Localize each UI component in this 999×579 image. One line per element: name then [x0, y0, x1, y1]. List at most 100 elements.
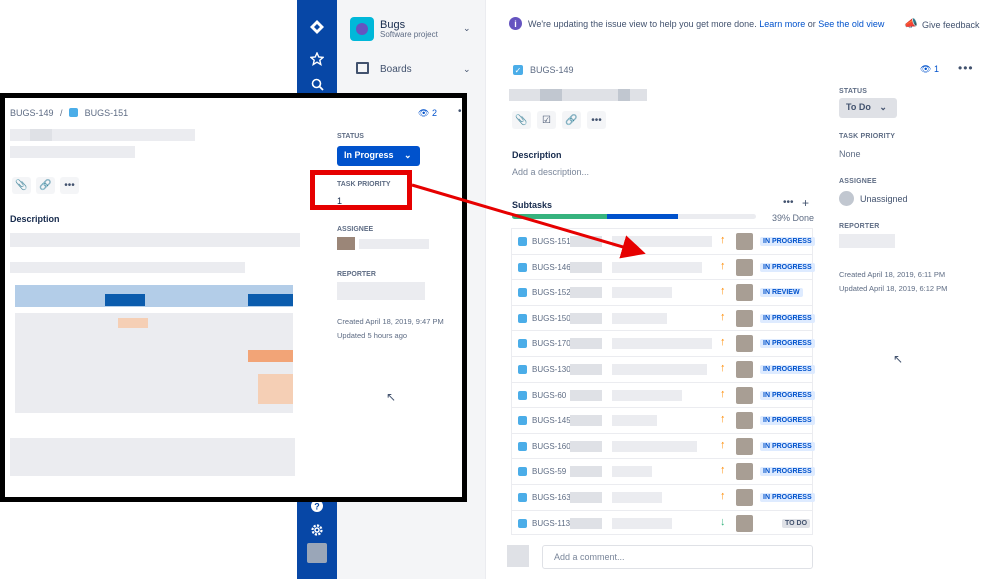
subtask-icon[interactable]: ☑: [537, 111, 556, 129]
subtask-status-badge[interactable]: IN PROGRESS: [760, 262, 815, 272]
subtask-key[interactable]: BUGS-130: [532, 365, 571, 374]
link-icon[interactable]: 🔗: [36, 177, 55, 194]
issue-key[interactable]: BUGS-149: [530, 65, 574, 75]
assignee-avatar: [736, 360, 753, 378]
subtask-row[interactable]: BUGS-151 ↑ IN PROGRESS: [511, 228, 815, 254]
eye-icon: 👁: [920, 64, 932, 74]
status-value: To Do: [846, 102, 871, 112]
subtask-status-badge[interactable]: IN REVIEW: [760, 288, 803, 298]
reporter-label: REPORTER: [839, 223, 880, 230]
subtask-row[interactable]: BUGS-146 ↑ IN PROGRESS: [511, 253, 815, 280]
user-avatar[interactable]: [307, 543, 327, 563]
description-heading: Description: [512, 150, 562, 160]
attach-icon[interactable]: 📎: [512, 111, 531, 129]
subtask-summary-redacted: [612, 440, 697, 452]
subtask-status-badge[interactable]: IN PROGRESS: [760, 467, 815, 477]
status-dropdown[interactable]: In Progress ⌄: [337, 146, 420, 166]
more-icon[interactable]: •••: [958, 61, 974, 75]
subtask-type-icon: [518, 339, 527, 349]
description-heading: Description: [10, 214, 60, 224]
subtask-status-badge[interactable]: IN PROGRESS: [760, 492, 815, 502]
learn-more-link[interactable]: Learn more: [759, 19, 805, 29]
subtask-key[interactable]: BUGS-163: [532, 493, 571, 502]
subtask-status-badge[interactable]: IN PROGRESS: [760, 416, 815, 426]
subtask-key[interactable]: BUGS-145: [532, 416, 571, 425]
mouse-cursor-icon: ↖: [893, 352, 904, 366]
subtask-row[interactable]: BUGS-170 ↑ IN PROGRESS: [511, 330, 815, 356]
add-subtask-icon[interactable]: +: [802, 196, 809, 210]
subtask-summary-redacted: [570, 236, 602, 247]
assignee-avatar: [736, 284, 753, 302]
created-date: Created April 18, 2019, 6:11 PM: [839, 270, 946, 279]
description-input[interactable]: Add a description...: [512, 167, 589, 177]
watchers-button[interactable]: 👁 2: [418, 108, 437, 119]
more-icon[interactable]: •••: [587, 111, 606, 129]
status-value: In Progress: [344, 150, 394, 160]
subtask-key[interactable]: BUGS-113: [532, 519, 570, 528]
more-icon[interactable]: •••: [783, 197, 794, 208]
priority-high-icon: ↑: [720, 489, 726, 502]
more-icon[interactable]: •••: [60, 177, 79, 194]
subtask-status-badge[interactable]: IN PROGRESS: [760, 441, 815, 451]
subtask-status-badge[interactable]: IN PROGRESS: [760, 364, 815, 374]
subtask-row[interactable]: BUGS-150 ↑ IN PROGRESS: [511, 304, 815, 331]
subtask-summary-redacted: [612, 338, 712, 350]
subtask-row[interactable]: BUGS-163 ↑ IN PROGRESS: [511, 483, 815, 510]
subtask-key[interactable]: BUGS-150: [532, 314, 571, 323]
subtask-summary-redacted: [570, 440, 602, 452]
chevron-down-icon[interactable]: ⌄: [463, 23, 471, 34]
give-feedback-button[interactable]: Give feedback: [922, 20, 980, 30]
attach-icon[interactable]: 📎: [12, 177, 31, 194]
megaphone-icon[interactable]: 📣: [904, 17, 918, 30]
assignee-avatar: [736, 386, 753, 404]
reporter-label: REPORTER: [337, 271, 376, 278]
task-priority-value[interactable]: None: [839, 149, 861, 159]
settings-icon[interactable]: [307, 520, 327, 540]
subtask-row[interactable]: BUGS-59 ↑ IN PROGRESS: [511, 458, 815, 484]
jira-logo-icon[interactable]: [307, 17, 327, 37]
star-icon[interactable]: [307, 49, 327, 69]
subtask-status-badge[interactable]: IN PROGRESS: [760, 339, 815, 349]
subtask-status-badge[interactable]: TO DO: [782, 518, 811, 528]
subtask-status-badge[interactable]: IN PROGRESS: [760, 390, 815, 400]
subtask-key[interactable]: BUGS-160: [532, 442, 571, 451]
link-icon[interactable]: 🔗: [562, 111, 581, 129]
assignee-avatar: [736, 233, 753, 250]
subtask-key[interactable]: BUGS-152: [532, 288, 571, 297]
subtask-key[interactable]: BUGS-146: [532, 263, 571, 272]
subtask-status-badge[interactable]: IN PROGRESS: [760, 313, 815, 323]
breadcrumb-parent-key[interactable]: BUGS-149: [10, 108, 54, 118]
chevron-down-icon: ⌄: [404, 150, 412, 160]
assignee-label: ASSIGNEE: [839, 178, 877, 185]
subtask-row[interactable]: BUGS-145 ↑ IN PROGRESS: [511, 407, 815, 433]
subtask-row[interactable]: BUGS-60 ↑ IN PROGRESS: [511, 381, 815, 408]
chevron-down-icon: ⌄: [879, 102, 887, 112]
more-icon[interactable]: •: [458, 106, 462, 117]
subtask-status-badge[interactable]: IN PROGRESS: [760, 237, 815, 246]
assignee-avatar: [736, 412, 753, 430]
subtask-row[interactable]: BUGS-130 ↑ IN PROGRESS: [511, 355, 815, 382]
project-type: Software project: [380, 30, 438, 39]
description-redacted: [10, 438, 295, 476]
search-icon[interactable]: [307, 74, 327, 94]
status-dropdown[interactable]: To Do ⌄: [839, 98, 897, 118]
sidebar-item-boards[interactable]: Boards: [380, 64, 412, 75]
subtask-key[interactable]: BUGS-59: [532, 467, 566, 476]
subtask-row[interactable]: BUGS-152 ↑ IN REVIEW: [511, 279, 813, 305]
subtask-key[interactable]: BUGS-60: [532, 391, 566, 400]
subtask-key[interactable]: BUGS-170: [532, 339, 571, 348]
subtask-row[interactable]: BUGS-160 ↑ IN PROGRESS: [511, 432, 815, 459]
subtask-row[interactable]: BUGS-113 ↓ TO DO: [511, 509, 813, 536]
assignee-value[interactable]: Unassigned: [860, 194, 908, 204]
subtask-key[interactable]: BUGS-151: [532, 237, 571, 246]
priority-high-icon: ↑: [720, 387, 726, 400]
breadcrumb-child-key[interactable]: BUGS-151: [85, 108, 129, 118]
old-view-link[interactable]: See the old view: [818, 19, 884, 29]
comment-input[interactable]: Add a comment...: [542, 545, 813, 569]
priority-high-icon: ↑: [720, 285, 726, 298]
watchers-button[interactable]: 👁 1: [920, 64, 939, 75]
mouse-cursor-icon: ↖: [386, 390, 397, 404]
subtask-summary-redacted: [570, 466, 602, 478]
chevron-down-icon[interactable]: ⌄: [463, 64, 471, 75]
subtask-summary-redacted: [570, 363, 602, 375]
